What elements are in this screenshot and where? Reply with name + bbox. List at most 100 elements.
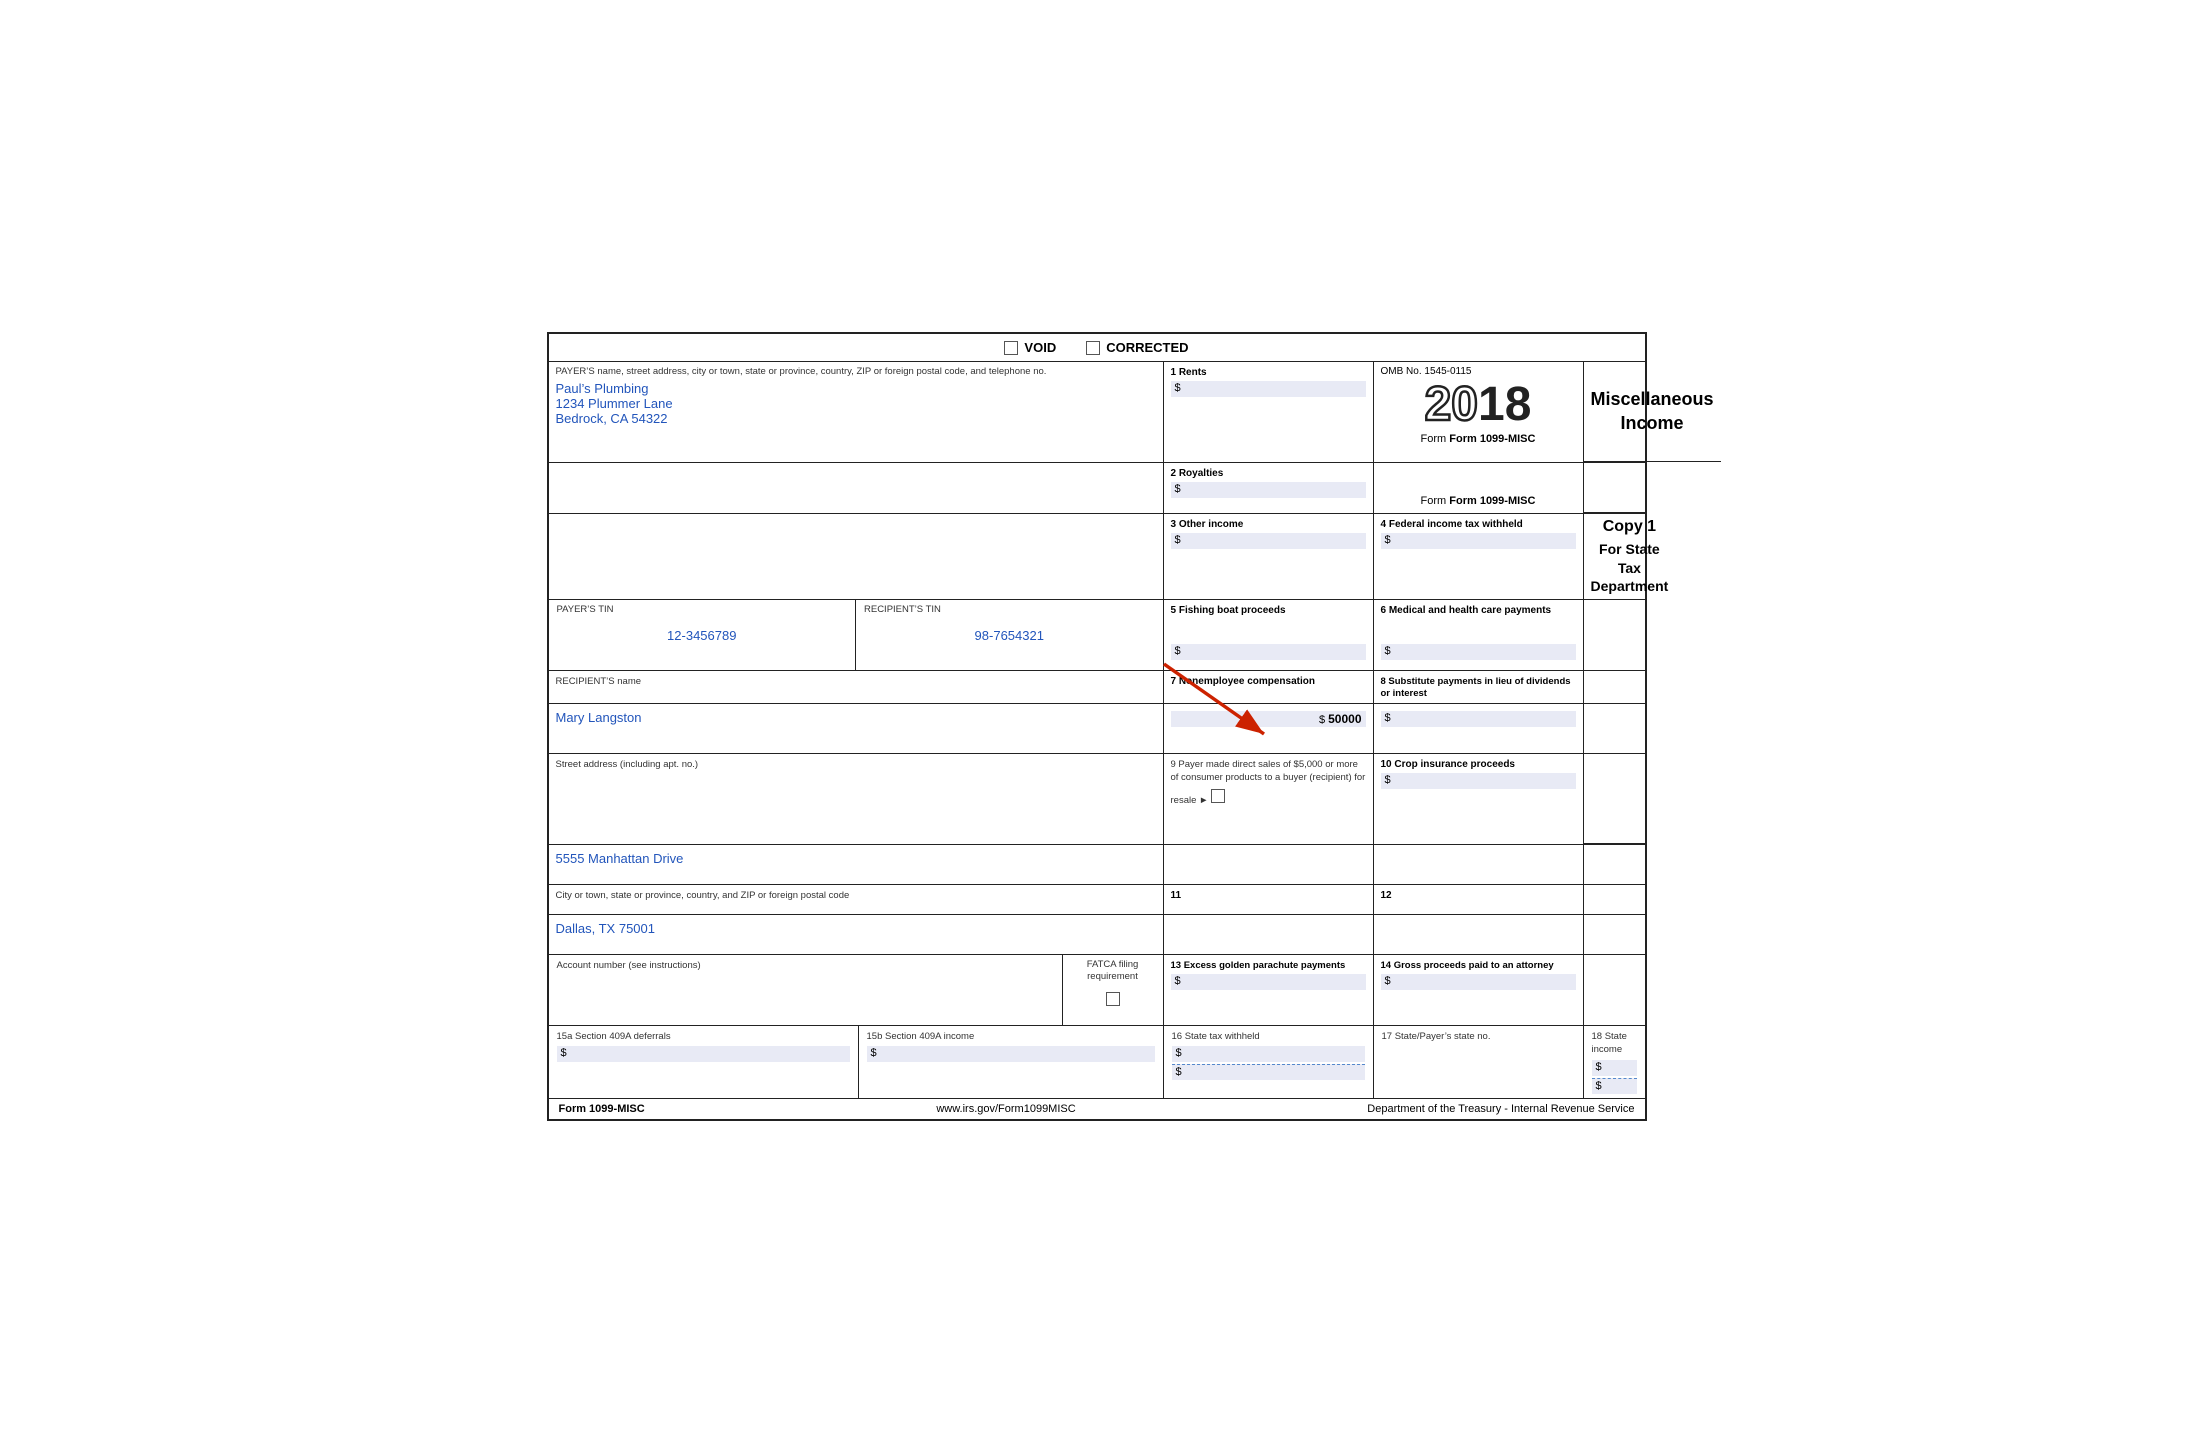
box7-dollar-sign: $ [1319, 714, 1325, 726]
corrected-label: CORRECTED [1106, 340, 1188, 355]
recipient-tin-value: 98-7654321 [864, 628, 1155, 643]
box15b-dollar-field: $ [867, 1046, 1155, 1062]
box5-dollar-field: $ [1171, 644, 1366, 660]
fatca-label: FATCA filing requirement [1071, 959, 1155, 984]
box4-dollar-field: $ [1381, 533, 1576, 549]
box13-dollar-field: $ [1171, 974, 1366, 990]
street-label-cell: Street address (including apt. no.) [549, 754, 1164, 844]
void-checkbox[interactable] [1004, 341, 1018, 355]
recipient-name-label-cell: RECIPIENT’S name [549, 671, 1164, 703]
copy1-cont-3 [1584, 704, 1645, 753]
box2-label: 2 Royalties [1171, 468, 1224, 479]
box15a-cell: 15a Section 409A deferrals $ [549, 1026, 859, 1098]
box15b-label: 15b Section 409A income [867, 1031, 975, 1042]
box18-cell: 18 State income $ $ [1584, 1026, 1645, 1098]
payer-spacer-2 [549, 514, 1164, 599]
box10-spacer [1374, 845, 1584, 884]
box16-dollar-field-1: $ [1172, 1046, 1365, 1062]
footer-url: www.irs.gov/Form1099MISC [936, 1103, 1075, 1115]
box9-checkbox[interactable] [1211, 789, 1225, 803]
box18-dollar-field-1: $ [1592, 1060, 1637, 1076]
copy1-cont-4 [1584, 754, 1645, 844]
box16-label: 16 State tax withheld [1172, 1031, 1260, 1042]
form-1099-misc: VOID CORRECTED PAYER’S name, street addr… [547, 332, 1647, 1120]
copy1-cont [1584, 600, 1645, 670]
tin-row-cell: PAYER’S TIN 12-3456789 RECIPIENT’S TIN 9… [549, 600, 1164, 670]
copy1-cont-2 [1584, 671, 1645, 703]
box4-label: 4 Federal income tax withheld [1381, 519, 1523, 530]
box2-royalties-cell: 2 Royalties $ [1164, 463, 1374, 513]
box1-rents-cell: 1 Rents $ [1164, 362, 1374, 462]
title-cell-2 [1584, 463, 1645, 513]
box7-dollar-field: $ 50000 [1171, 711, 1366, 727]
recipient-tin-cell: RECIPIENT’S TIN 98-7654321 [856, 600, 1163, 670]
box7-nonemployee-label-cell: 7 Nonemployee compensation [1164, 671, 1374, 703]
payer-city: Bedrock, CA 54322 [556, 409, 1156, 428]
box12-label: 12 [1381, 890, 1392, 901]
form-title-line2: Income [1621, 412, 1684, 435]
box9-payer-direct-cell: 9 Payer made direct sales of $5,000 or m… [1164, 754, 1374, 844]
box1-label: 1 Rents [1171, 367, 1207, 378]
footer-dept: Department of the Treasury - Internal Re… [1367, 1103, 1634, 1115]
box16-cell: 16 State tax withheld $ $ [1164, 1026, 1374, 1098]
box10-crop-cell: 10 Crop insurance proceeds $ [1374, 754, 1584, 844]
year-solid: 18 [1478, 381, 1531, 429]
box2-dollar-field: $ [1171, 482, 1366, 498]
form-header: VOID CORRECTED [549, 334, 1645, 362]
box4-federal-tax-cell: 4 Federal income tax withheld $ [1374, 514, 1584, 599]
box8-substitute-label-cell: 8 Substitute payments in lieu of dividen… [1374, 671, 1584, 703]
box6-dollar-field: $ [1381, 644, 1576, 660]
copy-label: Copy 1 [1603, 518, 1656, 536]
box3-label: 3 Other income [1171, 519, 1244, 530]
box9-label: 9 Payer made direct sales of $5,000 or m… [1171, 759, 1366, 806]
box17-cell: 17 State/Payer’s state no. [1374, 1026, 1584, 1098]
omb-label: OMB No. 1545-0115 [1381, 366, 1576, 377]
row-10: Dallas, TX 75001 [549, 915, 1645, 955]
box7-value-cell: $ 50000 [1164, 704, 1374, 753]
row-5: RECIPIENT’S name 7 Nonemployee compensat… [549, 671, 1645, 704]
box11-spacer [1164, 915, 1374, 954]
street-value: 5555 Manhattan Drive [556, 849, 1156, 868]
row-7: Street address (including apt. no.) 9 Pa… [549, 754, 1645, 845]
row-6: Mary Langston $ 50000 $ [549, 704, 1645, 754]
city-value-cell: Dallas, TX 75001 [549, 915, 1164, 954]
fatca-checkbox[interactable] [1106, 992, 1120, 1006]
box7-value: 50000 [1328, 712, 1361, 726]
box10-dollar-field: $ [1381, 773, 1576, 789]
box9-spacer [1164, 845, 1374, 884]
box15b-cell: 15b Section 409A income $ [859, 1026, 1164, 1098]
fatca-cell: FATCA filing requirement [1063, 955, 1163, 1025]
row-4: PAYER’S TIN 12-3456789 RECIPIENT’S TIN 9… [549, 600, 1645, 671]
right-spacer-11 [1584, 955, 1645, 1025]
box18-label: 18 State income [1592, 1031, 1627, 1055]
payer-tin-value: 12-3456789 [557, 628, 848, 643]
box14-cell: 14 Gross proceeds paid to an attorney $ [1374, 955, 1584, 1025]
box14-label: 14 Gross proceeds paid to an attorney [1381, 960, 1554, 971]
street-value-cell: 5555 Manhattan Drive [549, 845, 1164, 884]
year-outline: 20 [1425, 381, 1478, 429]
box3-dollar-field: $ [1171, 533, 1366, 549]
row-1: PAYER’S name, street address, city or to… [549, 362, 1645, 463]
year-display: 20 18 [1381, 381, 1576, 429]
payer-section-label: PAYER’S name, street address, city or to… [556, 366, 1156, 378]
box18-dollar-field-2: $ [1592, 1078, 1637, 1094]
box12-spacer [1374, 915, 1584, 954]
box11-label: 11 [1171, 890, 1182, 901]
corrected-checkbox[interactable] [1086, 341, 1100, 355]
recipient-name-value: Mary Langston [556, 708, 1156, 727]
box7-label: 7 Nonemployee compensation [1171, 676, 1315, 687]
box8-value-cell: $ [1374, 704, 1584, 753]
box6-medical-cell: 6 Medical and health care payments $ [1374, 600, 1584, 670]
title-cell: Miscellaneous Income [1584, 362, 1721, 462]
city-label: City or town, state or province, country… [556, 890, 850, 901]
right-spacer-8 [1584, 845, 1645, 884]
city-value: Dallas, TX 75001 [556, 919, 1156, 938]
void-checkbox-item: VOID [1004, 340, 1056, 355]
box16-dollar-field-2: $ [1172, 1064, 1365, 1080]
row-3: 3 Other income $ 4 Federal income tax wi… [549, 514, 1645, 600]
box15a-label: 15a Section 409A deferrals [557, 1031, 671, 1042]
box15a-dollar-field: $ [557, 1046, 850, 1062]
box8-label: 8 Substitute payments in lieu of dividen… [1381, 676, 1571, 699]
omb-cell: OMB No. 1545-0115 20 18 Form Form 1099-M… [1374, 362, 1584, 462]
form-footer: Form 1099-MISC www.irs.gov/Form1099MISC … [549, 1098, 1645, 1119]
